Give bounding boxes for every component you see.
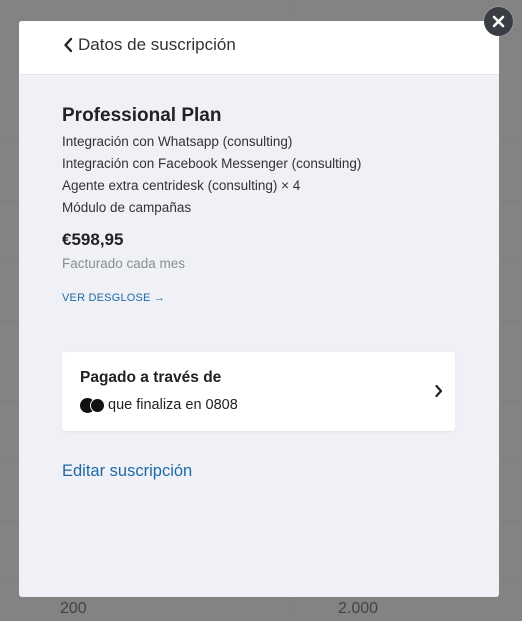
plan-price: €598,95 — [62, 230, 124, 249]
payment-method-card[interactable]: Pagado a través de que finaliza en 0808 — [62, 352, 455, 431]
modal-header: Datos de suscripción — [19, 21, 499, 75]
chevron-left-icon — [64, 37, 73, 53]
payment-title: Pagado a través de — [80, 369, 222, 386]
back-button[interactable]: Datos de suscripción — [63, 35, 236, 55]
plan-feature-item: Agente extra centridesk (consulting) × 4 — [62, 178, 301, 193]
background-value: 200 — [60, 600, 87, 617]
card-ending-text: que finaliza en 0808 — [108, 397, 238, 413]
view-breakdown-link[interactable]: VER DESGLOSE → — [62, 292, 165, 304]
plan-feature-item: Integración con Whatsapp (consulting) — [62, 134, 293, 149]
edit-subscription-link[interactable]: Editar suscripción — [62, 462, 192, 481]
payment-card-line: que finaliza en 0808 — [80, 397, 238, 413]
plan-name: Professional Plan — [62, 105, 222, 126]
chevron-right-icon — [435, 384, 443, 398]
plan-feature-item: Módulo de campañas — [62, 200, 192, 215]
close-button[interactable] — [484, 7, 513, 36]
background-value: 2.000 — [338, 600, 379, 617]
plan-feature-item: Integración con Facebook Messenger (cons… — [62, 156, 362, 171]
billing-period: Facturado cada mes — [62, 256, 186, 271]
modal-title: Datos de suscripción — [78, 35, 236, 54]
plan-features-list: Integración con Whatsapp (consulting) In… — [62, 131, 361, 219]
mastercard-icon — [80, 397, 105, 413]
close-icon — [492, 15, 505, 28]
subscription-modal: Datos de suscripción Professional Plan I… — [19, 21, 499, 597]
